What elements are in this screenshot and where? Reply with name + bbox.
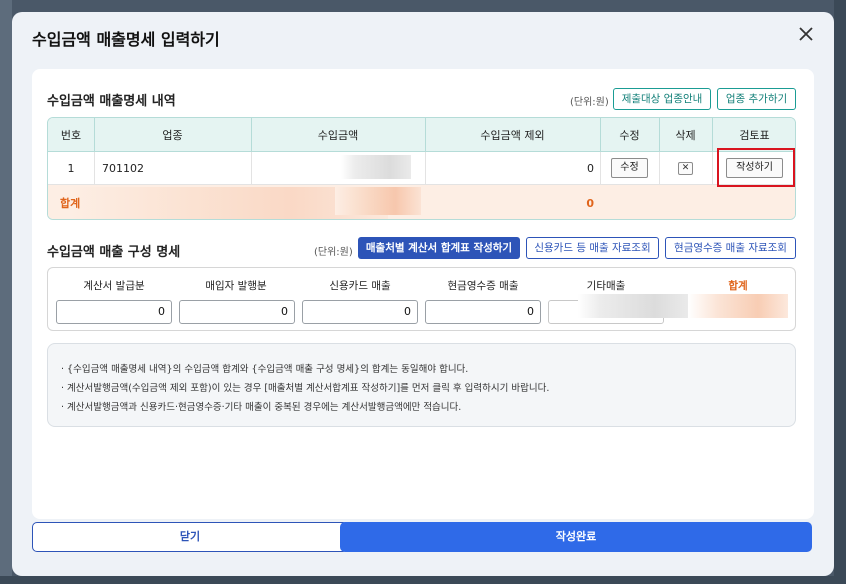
label-other-sales: 기타매출 <box>586 280 626 292</box>
col-header-no: 번호 <box>60 128 82 142</box>
label-invoice-issued: 계산서 발급분 <box>83 280 145 292</box>
sum-income-excluded: 0 <box>586 196 594 210</box>
background-left <box>0 0 12 584</box>
background-bottom <box>0 576 846 584</box>
row-industry-code: 701102 <box>102 161 144 175</box>
col-header-industry: 업종 <box>162 128 183 142</box>
delete-row-button[interactable]: ✕ <box>678 162 693 175</box>
other-sales-redacted <box>578 294 688 318</box>
credit-card-input[interactable]: 0 <box>302 300 418 324</box>
notes-box: · {수입금액 매출명세 내역}의 수입금액 합계와 {수입금액 매출 구성 명… <box>47 343 796 427</box>
content-panel: 수입금액 매출명세 내역 (단위:원) 제출대상 업종안내 업종 추가하기 번호… <box>32 69 814 519</box>
note-3: · 계산서발행금액과 신용카드·현금영수증·기타 매출이 중복된 경우에는 계산… <box>61 402 462 413</box>
total-redacted <box>688 294 788 318</box>
industry-guide-button[interactable]: 제출대상 업종안내 <box>613 88 711 110</box>
invoice-issued-input[interactable]: 0 <box>56 300 172 324</box>
note-1: · {수입금액 매출명세 내역}의 수입금액 합계와 {수입금액 매출 구성 명… <box>61 364 469 375</box>
close-button[interactable]: 닫기 <box>32 522 348 552</box>
add-industry-button[interactable]: 업종 추가하기 <box>717 88 796 110</box>
row-income-excluded: 0 <box>587 161 594 175</box>
cash-receipt-lookup-button[interactable]: 현금영수증 매출 자료조회 <box>665 237 796 259</box>
credit-card-lookup-button[interactable]: 신용카드 등 매출 자료조회 <box>526 237 659 259</box>
label-buyer-issued: 매입자 발행분 <box>205 280 267 292</box>
complete-button[interactable]: 작성완료 <box>340 522 812 552</box>
label-credit-card: 신용카드 매출 <box>329 280 391 292</box>
highlight-box <box>717 148 795 187</box>
sales-invoice-summary-button[interactable]: 매출처별 계산서 합계표 작성하기 <box>358 237 520 259</box>
unit-label: (단위:원) <box>570 97 609 108</box>
label-cash-receipt: 현금영수증 매출 <box>447 280 519 292</box>
sum-income-redacted <box>335 187 421 215</box>
income-details-table: 번호 업종 수입금액 수입금액 제외 수정 삭제 검토표 1 701102 0 … <box>47 117 796 220</box>
buyer-issued-input[interactable]: 0 <box>179 300 295 324</box>
income-sales-modal: 수입금액 매출명세 입력하기 수입금액 매출명세 내역 (단위:원) 제출대상 … <box>12 12 834 576</box>
background-right <box>834 0 846 584</box>
row-income-redacted <box>341 155 411 179</box>
edit-row-button[interactable]: 수정 <box>611 158 648 178</box>
table-header: 번호 업종 수입금액 수입금액 제외 수정 삭제 검토표 <box>48 118 795 152</box>
sum-label: 합계 <box>60 197 81 210</box>
row-no: 1 <box>67 161 75 175</box>
section-income-details-title: 수입금액 매출명세 내역 <box>47 94 176 109</box>
table-row: 1 701102 0 수정 ✕ 작성하기 <box>48 152 795 185</box>
col-header-income: 수입금액 <box>317 128 359 142</box>
label-total: 합계 <box>728 280 748 292</box>
col-header-edit: 수정 <box>619 128 640 142</box>
col-header-review: 검토표 <box>739 128 770 142</box>
sales-composition-box: 계산서 발급분 매입자 발행분 신용카드 매출 현금영수증 매출 기타매출 합계… <box>47 267 796 331</box>
section-composition-title: 수입금액 매출 구성 명세 <box>47 245 181 260</box>
modal-title: 수입금액 매출명세 입력하기 <box>32 30 220 49</box>
col-header-delete: 삭제 <box>675 128 696 142</box>
note-2: · 계산서발행금액(수입금액 제외 포함)이 있는 경우 [매출처별 계산서합계… <box>61 383 550 394</box>
close-icon[interactable] <box>796 24 816 44</box>
col-header-income-excluded: 수입금액 제외 <box>480 128 545 142</box>
cash-receipt-input[interactable]: 0 <box>425 300 541 324</box>
unit-label-2: (단위:원) <box>314 247 353 258</box>
table-sum-row: 합계 0 <box>48 185 795 219</box>
